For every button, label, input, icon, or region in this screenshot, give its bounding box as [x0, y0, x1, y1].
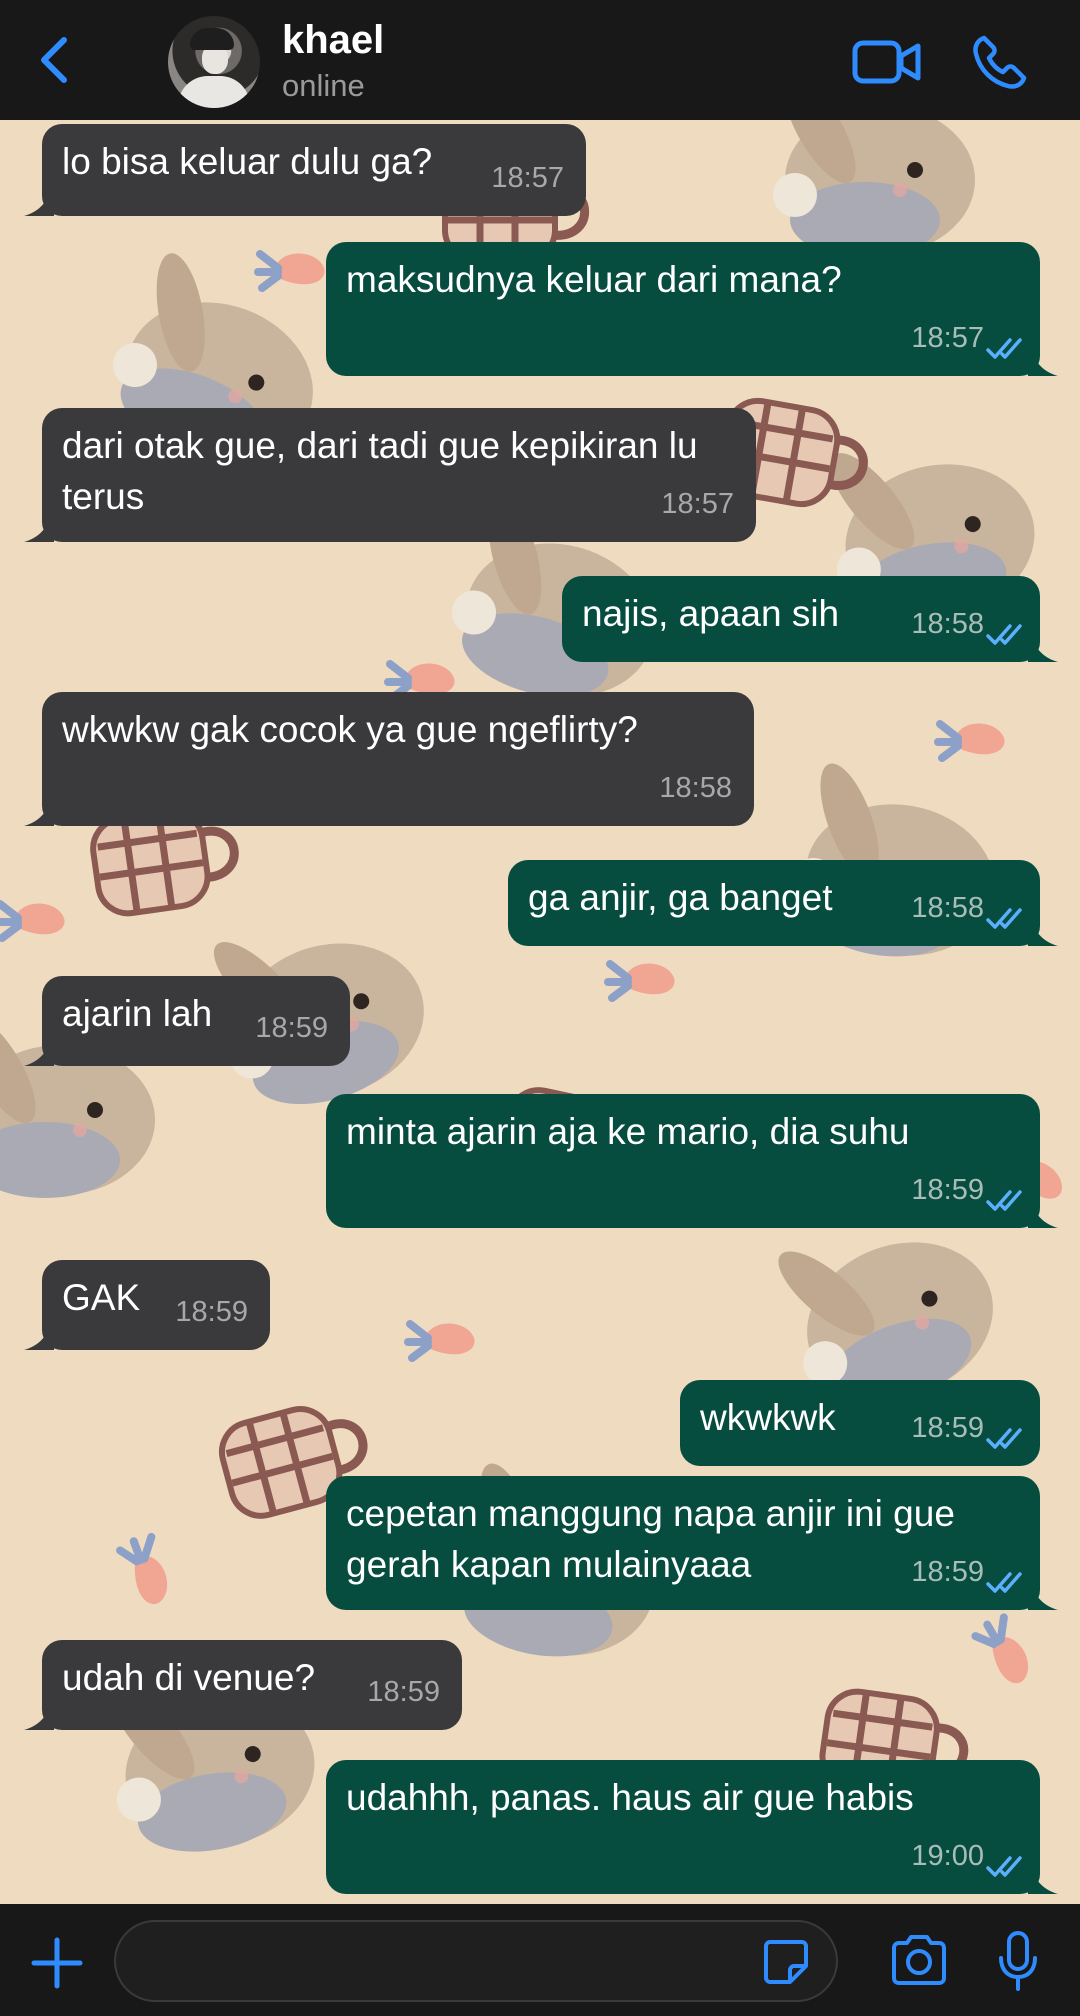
- message-bubble-incoming[interactable]: GAK 18:59: [24, 1260, 270, 1350]
- message-bubble-outgoing[interactable]: maksudnya keluar dari mana? 18:57: [326, 242, 1058, 376]
- message-time: 19:00: [911, 1840, 984, 1872]
- message-time: 18:59: [911, 1556, 984, 1588]
- message-time: 18:59: [367, 1676, 440, 1708]
- message-list: lo bisa keluar dulu ga? 18:57 maksudnya …: [0, 120, 1080, 1904]
- message-time: 18:58: [911, 892, 984, 924]
- chat-header: khael online: [0, 0, 1080, 120]
- message-text: maksudnya keluar dari mana?: [346, 259, 842, 300]
- back-chevron-icon[interactable]: [34, 34, 74, 86]
- message-bubble-outgoing[interactable]: minta ajarin aja ke mario, dia suhu 18:5…: [326, 1094, 1058, 1228]
- message-bubble-incoming[interactable]: udah di venue? 18:59: [24, 1640, 462, 1730]
- video-camera-icon[interactable]: [852, 38, 922, 86]
- double-check-icon: [986, 1190, 1022, 1211]
- plus-icon[interactable]: [30, 1936, 84, 1990]
- message-time: 18:59: [255, 1012, 328, 1044]
- message-text: wkwkw gak cocok ya gue ngeflirty?: [62, 709, 638, 750]
- message-bubble-incoming[interactable]: lo bisa keluar dulu ga? 18:57: [24, 124, 586, 216]
- message-bubble-outgoing[interactable]: cepetan manggung napa anjir ini gue gera…: [326, 1476, 1058, 1610]
- message-bubble-outgoing[interactable]: udahhh, panas. haus air gue habis 19:00: [326, 1760, 1058, 1894]
- microphone-icon[interactable]: [998, 1930, 1038, 1992]
- message-time: 18:58: [659, 772, 732, 804]
- message-bubble-incoming[interactable]: ajarin lah 18:59: [24, 976, 350, 1066]
- message-bubble-outgoing[interactable]: wkwkwk 18:59: [680, 1380, 1040, 1466]
- message-time: 18:57: [491, 162, 564, 194]
- message-text: udahhh, panas. haus air gue habis: [346, 1777, 914, 1818]
- message-text: minta ajarin aja ke mario, dia suhu: [346, 1111, 910, 1152]
- message-time: 18:57: [911, 322, 984, 354]
- message-bubble-incoming[interactable]: dari otak gue, dari tadi gue kepikiran l…: [24, 408, 756, 542]
- double-check-icon: [986, 1856, 1022, 1877]
- message-text: dari otak gue, dari tadi gue kepikiran l…: [62, 425, 698, 517]
- sticker-icon[interactable]: [762, 1938, 810, 1986]
- message-time: 18:58: [911, 608, 984, 640]
- message-bubble-outgoing[interactable]: najis, apaan sih 18:58: [562, 576, 1058, 662]
- message-bubble-incoming[interactable]: wkwkw gak cocok ya gue ngeflirty? 18:58: [24, 692, 754, 826]
- message-time: 18:59: [911, 1412, 984, 1444]
- message-input[interactable]: [114, 1920, 838, 2002]
- double-check-icon: [986, 908, 1022, 929]
- double-check-icon: [986, 1428, 1022, 1449]
- double-check-icon: [986, 1572, 1022, 1593]
- camera-icon[interactable]: [890, 1934, 948, 1986]
- message-time: 18:57: [661, 488, 734, 520]
- message-text: lo bisa keluar dulu ga?: [62, 141, 433, 182]
- contact-status: online: [282, 68, 365, 103]
- message-bubble-outgoing[interactable]: ga anjir, ga banget 18:58: [508, 860, 1058, 946]
- composer-bar: [0, 1904, 1080, 2016]
- double-check-icon: [986, 338, 1022, 359]
- contact-name[interactable]: khael: [282, 18, 384, 63]
- message-time: 18:59: [175, 1296, 248, 1328]
- phone-icon[interactable]: [970, 34, 1028, 92]
- message-time: 18:59: [911, 1174, 984, 1206]
- contact-avatar[interactable]: [168, 16, 260, 108]
- double-check-icon: [986, 624, 1022, 645]
